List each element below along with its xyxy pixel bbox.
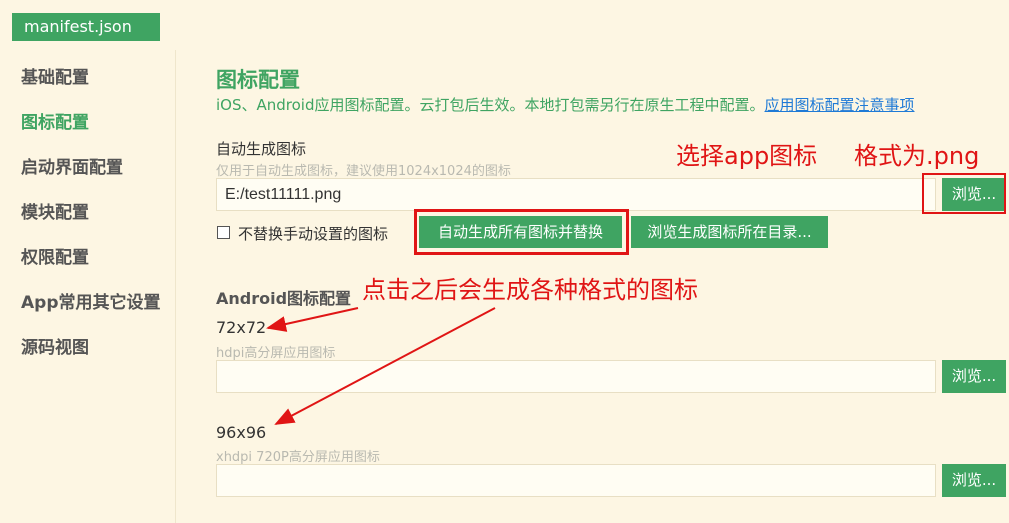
arrow-to-96 bbox=[274, 307, 496, 425]
annotation-arrows bbox=[266, 307, 496, 425]
arrow-to-72 bbox=[266, 307, 359, 332]
